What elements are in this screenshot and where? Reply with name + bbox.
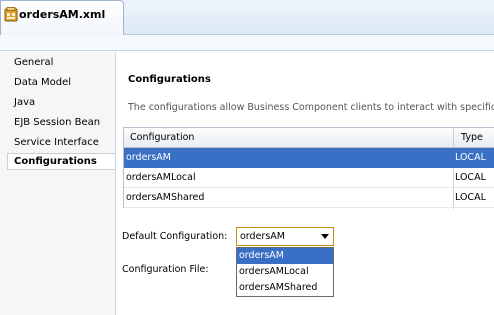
nav-item-service-interface[interactable]: Service Interface (7, 135, 115, 152)
editor-toolbar-area (0, 35, 494, 51)
table-header: Configuration Type (124, 128, 494, 148)
nav-item-general[interactable]: General (7, 55, 115, 72)
chevron-down-icon[interactable] (321, 234, 329, 239)
editor-tab-strip: ordersAM.xml (0, 0, 494, 35)
nav-item-data-model[interactable]: Data Model (7, 75, 115, 92)
dropdown-option-ordersamshared[interactable]: ordersAMShared (237, 280, 333, 296)
default-configuration-dropdown-list: ordersAM ordersAMLocal ordersAMShared (236, 247, 334, 297)
section-title: Configurations (128, 74, 211, 85)
table-row[interactable]: ordersAMShared LOCAL (124, 188, 494, 208)
nav-item-ejb-session-bean[interactable]: EJB Session Bean (7, 115, 115, 132)
configurations-table: Configuration Type ordersAM LOCAL orders… (123, 127, 494, 209)
application-module-icon (4, 7, 18, 22)
nav-item-java[interactable]: Java (7, 95, 115, 112)
dropdown-option-ordersam[interactable]: ordersAM (237, 248, 333, 264)
default-configuration-label: Default Configuration: (122, 231, 228, 242)
cell-configuration: ordersAM (126, 152, 171, 163)
cell-type: LOCAL (455, 172, 486, 183)
cell-configuration: ordersAMShared (126, 192, 205, 203)
column-header-configuration[interactable]: Configuration (130, 128, 194, 148)
cell-configuration: ordersAMLocal (126, 172, 196, 183)
nav-item-configurations[interactable]: Configurations (7, 153, 115, 170)
section-description: The configurations allow Business Compon… (128, 102, 494, 113)
editor-tab-label: ordersAM.xml (19, 8, 106, 21)
configuration-file-label: Configuration File: (122, 264, 209, 275)
overview-navigation: General Data Model Java EJB Session Bean… (0, 52, 116, 315)
default-configuration-value: ordersAM (240, 231, 285, 242)
cell-type: LOCAL (455, 152, 486, 163)
table-row[interactable]: ordersAMLocal LOCAL (124, 168, 494, 188)
dropdown-option-ordersamlocal[interactable]: ordersAMLocal (237, 264, 333, 280)
cell-type: LOCAL (455, 192, 486, 203)
default-configuration-select[interactable]: ordersAM (236, 227, 334, 246)
table-row[interactable]: ordersAM LOCAL (124, 148, 494, 168)
column-header-type[interactable]: Type (461, 128, 483, 148)
editor-tab-ordersam[interactable]: ordersAM.xml (0, 0, 124, 35)
